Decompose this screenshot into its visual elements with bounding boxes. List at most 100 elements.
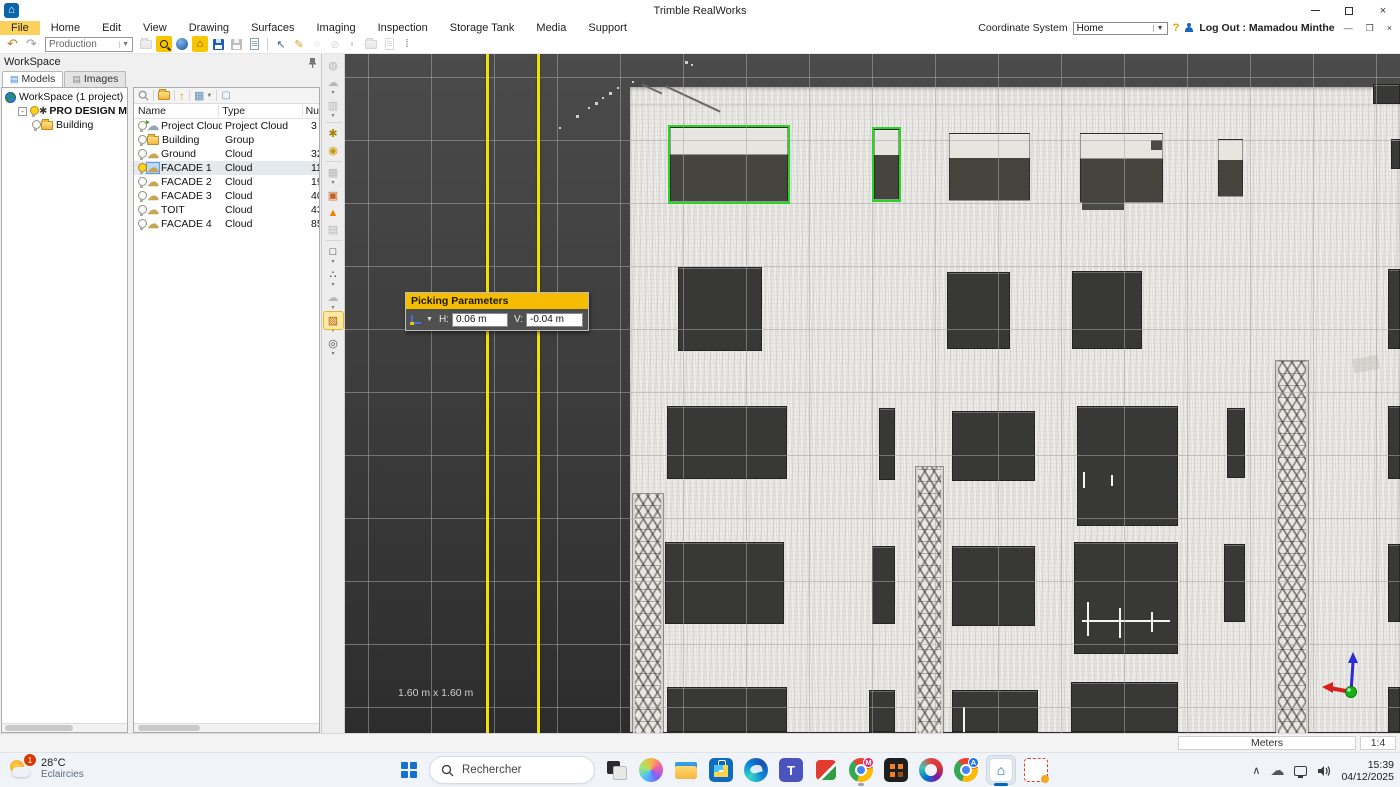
production-select[interactable]: Production ▼ xyxy=(45,37,133,52)
menu-item-media[interactable]: Media xyxy=(525,21,577,35)
mdi-restore-button[interactable]: ❒ xyxy=(1362,23,1378,34)
axis-mode-icon[interactable] xyxy=(410,314,423,326)
speaker-icon[interactable] xyxy=(1317,765,1331,777)
visibility-bulb-icon[interactable] xyxy=(137,205,145,216)
list-row-ground[interactable]: ☁GroundCloud328 xyxy=(134,147,319,161)
menu-item-edit[interactable]: Edit xyxy=(91,21,132,35)
menu-item-support[interactable]: Support xyxy=(577,21,638,35)
onedrive-icon[interactable]: ☁ xyxy=(1270,762,1284,779)
table-view-icon[interactable]: ▦▼ xyxy=(194,89,212,102)
target-tool-icon[interactable]: ◉ xyxy=(324,142,343,159)
start-button[interactable] xyxy=(396,757,422,783)
selection-fence[interactable] xyxy=(872,127,901,202)
red-app-icon[interactable] xyxy=(812,756,840,784)
visibility-bulb-icon[interactable] xyxy=(137,191,145,202)
edge-icon[interactable] xyxy=(742,756,770,784)
menu-item-home[interactable]: Home xyxy=(40,21,91,35)
column-header-number[interactable]: Nu xyxy=(303,105,319,117)
list-row-building[interactable]: BuildingGroup xyxy=(134,133,319,147)
tray-chevron-icon[interactable]: ∧ xyxy=(1252,764,1260,777)
close-button[interactable]: × xyxy=(1366,0,1400,21)
realworks-icon[interactable]: ⌂ xyxy=(987,756,1015,784)
points-tool-icon[interactable]: ∴ xyxy=(324,266,343,283)
visibility-bulb-icon[interactable] xyxy=(137,135,145,146)
weather-widget[interactable]: 1 28°C Eclaircies xyxy=(8,756,84,780)
tree-item-building[interactable]: Building xyxy=(2,118,127,132)
sphere-icon[interactable] xyxy=(174,36,190,52)
maximize-button[interactable] xyxy=(1332,0,1366,21)
tree-horizontal-scrollbar[interactable] xyxy=(2,723,127,732)
redo-icon[interactable]: ↷ xyxy=(23,36,40,52)
v-input[interactable]: -0.04 m xyxy=(526,313,583,327)
teams-icon[interactable]: T xyxy=(777,756,805,784)
box-tool-icon[interactable]: ▣ xyxy=(324,187,343,204)
explorer-icon[interactable] xyxy=(672,756,700,784)
menu-item-surfaces[interactable]: Surfaces xyxy=(240,21,305,35)
search-icon[interactable] xyxy=(138,90,149,101)
visibility-bulb-icon[interactable] xyxy=(137,121,145,132)
h-input[interactable]: 0.06 m xyxy=(452,313,508,327)
selection-fence[interactable] xyxy=(668,125,790,204)
store-icon[interactable] xyxy=(707,756,735,784)
menu-item-storage-tank[interactable]: Storage Tank xyxy=(439,21,526,35)
cone-tool-icon[interactable]: ▲ xyxy=(324,204,343,221)
clock[interactable]: 15:39 04/12/2025 xyxy=(1341,759,1394,783)
visibility-bulb-icon[interactable] xyxy=(137,219,145,230)
picking-parameters-title[interactable]: Picking Parameters xyxy=(406,293,588,309)
menu-item-file[interactable]: File xyxy=(0,21,40,35)
picking-parameters-panel[interactable]: Picking Parameters ▼ H: 0.06 m V: -0.04 … xyxy=(405,292,589,331)
move-up-icon[interactable]: ↑ xyxy=(179,89,185,103)
snip-icon[interactable] xyxy=(1022,756,1050,784)
visibility-bulb-icon[interactable] xyxy=(137,149,145,160)
tree-item-workspace-1-project-[interactable]: WorkSpace (1 project) xyxy=(2,90,127,104)
visibility-bulb-icon[interactable] xyxy=(29,106,37,117)
tree-item-pro-design-madar[interactable]: -✱PRO DESIGN MADAR xyxy=(2,104,127,118)
segmentation-tool-icon[interactable]: ▨ xyxy=(324,312,343,329)
taskview-icon[interactable] xyxy=(602,756,630,784)
menu-item-inspection[interactable]: Inspection xyxy=(367,21,439,35)
search-icon[interactable] xyxy=(156,36,172,52)
rect-select-tool-icon[interactable]: □ xyxy=(324,243,343,260)
tree-expander[interactable]: - xyxy=(18,107,27,116)
mdi-minimize-button[interactable]: — xyxy=(1340,23,1357,33)
copilot-icon[interactable] xyxy=(637,756,665,784)
undo-icon[interactable]: ↶ xyxy=(4,36,21,52)
logout-button[interactable]: Log Out : Mamadou Minthe xyxy=(1199,22,1334,34)
visibility-bulb-icon[interactable] xyxy=(137,177,145,188)
help-icon[interactable]: ? xyxy=(1173,22,1180,34)
list-horizontal-scrollbar[interactable] xyxy=(134,723,319,732)
chevron-down-icon[interactable]: ▾ xyxy=(331,352,334,358)
save-icon[interactable] xyxy=(210,36,226,52)
chrome-profile-a-icon[interactable]: A xyxy=(952,756,980,784)
column-header-name[interactable]: Name xyxy=(134,105,219,117)
viewport-3d[interactable]: 1.60 m x 1.60 m Picking Parameters ▼ H: … xyxy=(345,54,1400,733)
visibility-bulb-icon[interactable] xyxy=(31,120,39,131)
tab-images[interactable]: ▤Images xyxy=(64,71,126,87)
list-row-project-cloud[interactable]: ☁Project CloudProject Cloud3 1 xyxy=(134,119,319,133)
display-icon[interactable] xyxy=(1294,766,1307,776)
overflow-icon[interactable]: ⁞ xyxy=(399,36,415,52)
menu-item-drawing[interactable]: Drawing xyxy=(178,21,240,35)
pick-tool-icon[interactable]: ↖ xyxy=(273,36,289,52)
minimize-button[interactable] xyxy=(1298,0,1332,21)
chevron-down-icon[interactable]: ▼ xyxy=(426,316,433,323)
list-row-facade-2[interactable]: ☁FACADE 2Cloud196 xyxy=(134,175,319,189)
list-row-facade-3[interactable]: ☁FACADE 3Cloud402 xyxy=(134,189,319,203)
properties-panel-icon[interactable]: ▢ xyxy=(221,90,230,101)
registration-tool-icon[interactable]: ✱ xyxy=(324,125,343,142)
column-header-type[interactable]: Type xyxy=(219,105,302,117)
tab-models[interactable]: ▤Models xyxy=(2,71,63,87)
coordinate-system-select[interactable]: Home ▼ xyxy=(1073,22,1168,35)
ring-tool-icon[interactable]: ◎ xyxy=(324,335,343,352)
list-row-toit[interactable]: ☁TOITCloud43 xyxy=(134,203,319,217)
list-row-facade-1[interactable]: ☁FACADE 1Cloud117 xyxy=(134,161,319,175)
document-icon[interactable] xyxy=(246,36,262,52)
office-icon[interactable] xyxy=(917,756,945,784)
add-folder-icon[interactable] xyxy=(158,91,170,100)
visibility-bulb-icon[interactable] xyxy=(137,163,145,174)
pin-icon[interactable] xyxy=(308,57,317,68)
list-row-facade-4[interactable]: ☁FACADE 4Cloud856 xyxy=(134,217,319,231)
dark-app-icon[interactable] xyxy=(882,756,910,784)
search-input[interactable]: Rechercher xyxy=(429,756,595,784)
menu-item-view[interactable]: View xyxy=(132,21,178,35)
